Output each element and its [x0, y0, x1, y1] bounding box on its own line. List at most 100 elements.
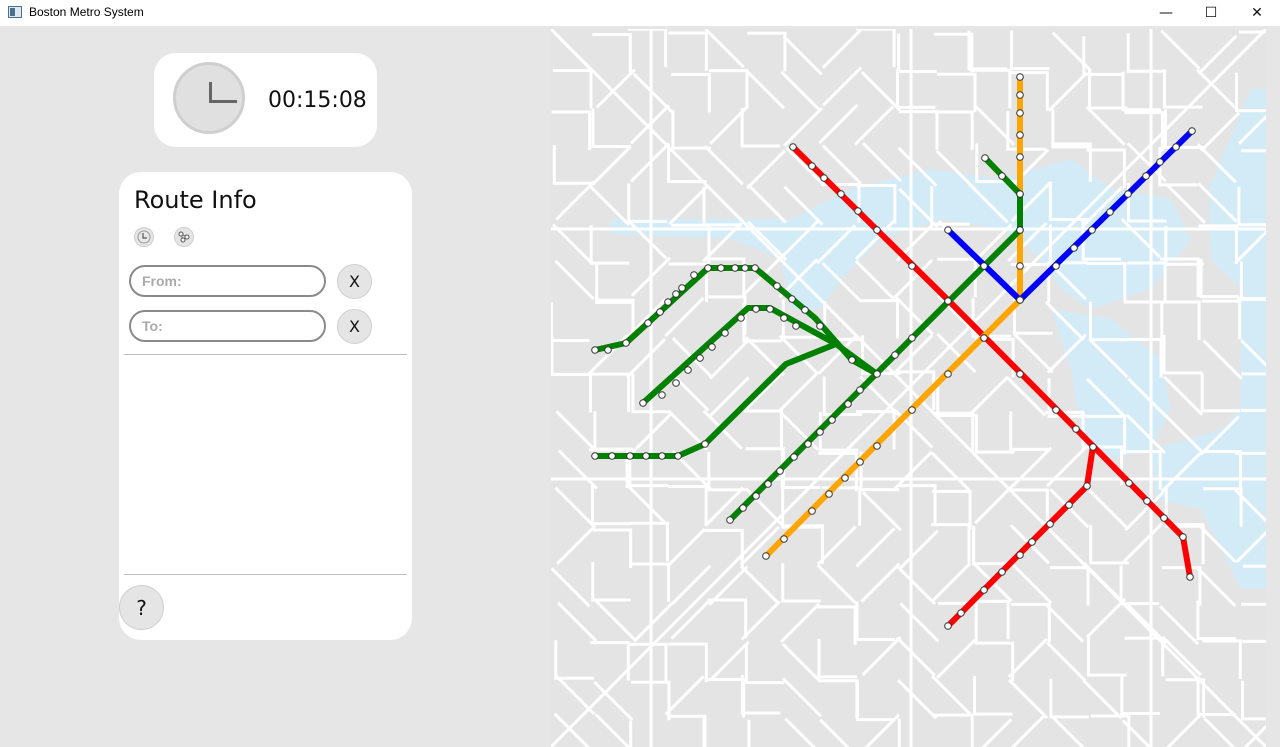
station-marker[interactable] — [804, 440, 812, 448]
station-marker[interactable] — [658, 452, 666, 460]
close-button[interactable]: ✕ — [1234, 0, 1280, 26]
station-marker[interactable] — [837, 190, 845, 198]
station-marker[interactable] — [639, 399, 647, 407]
station-marker[interactable] — [1072, 425, 1080, 433]
clear-to-button[interactable]: X — [337, 309, 372, 344]
station-marker[interactable] — [1125, 479, 1133, 487]
station-marker[interactable] — [873, 442, 881, 450]
station-marker[interactable] — [1016, 262, 1024, 270]
station-marker[interactable] — [1052, 406, 1060, 414]
station-marker[interactable] — [752, 305, 760, 313]
station-marker[interactable] — [801, 306, 809, 314]
station-marker[interactable] — [776, 467, 784, 475]
station-marker[interactable] — [1016, 153, 1024, 161]
station-marker[interactable] — [1016, 109, 1024, 117]
station-marker[interactable] — [816, 428, 824, 436]
time-mode-button[interactable] — [134, 227, 154, 247]
station-marker[interactable] — [808, 162, 816, 170]
station-marker[interactable] — [944, 370, 952, 378]
station-marker[interactable] — [980, 262, 988, 270]
station-marker[interactable] — [825, 490, 833, 498]
network-mode-button[interactable] — [174, 227, 194, 247]
station-marker[interactable] — [644, 319, 652, 327]
station-marker[interactable] — [891, 351, 899, 359]
station-marker[interactable] — [762, 552, 770, 560]
station-marker[interactable] — [1046, 520, 1054, 528]
minimize-button[interactable]: — — [1143, 0, 1189, 26]
from-field[interactable] — [129, 265, 326, 297]
to-field[interactable] — [129, 310, 326, 342]
station-marker[interactable] — [844, 400, 852, 408]
station-marker[interactable] — [1028, 538, 1036, 546]
station-marker[interactable] — [789, 143, 797, 151]
station-marker[interactable] — [908, 406, 916, 414]
station-marker[interactable] — [701, 440, 709, 448]
station-marker[interactable] — [604, 346, 612, 354]
station-marker[interactable] — [998, 172, 1006, 180]
station-marker[interactable] — [808, 507, 816, 515]
station-marker[interactable] — [664, 298, 672, 306]
station-marker[interactable] — [788, 295, 796, 303]
station-marker[interactable] — [854, 207, 862, 215]
station-marker[interactable] — [1070, 244, 1078, 252]
map-canvas[interactable] — [551, 29, 1266, 747]
station-marker[interactable] — [752, 492, 760, 500]
station-marker[interactable] — [741, 264, 749, 272]
station-marker[interactable] — [764, 480, 772, 488]
station-marker[interactable] — [737, 314, 745, 322]
station-marker[interactable] — [708, 343, 716, 351]
station-marker[interactable] — [1016, 91, 1024, 99]
station-marker[interactable] — [684, 366, 692, 374]
station-marker[interactable] — [739, 504, 747, 512]
station-marker[interactable] — [780, 314, 788, 322]
station-marker[interactable] — [1188, 127, 1196, 135]
station-marker[interactable] — [944, 297, 952, 305]
station-marker[interactable] — [1124, 190, 1132, 198]
station-marker[interactable] — [1016, 551, 1024, 559]
maximize-button[interactable]: ☐ — [1188, 0, 1234, 26]
station-marker[interactable] — [696, 354, 704, 362]
station-marker[interactable] — [1088, 226, 1096, 234]
station-marker[interactable] — [998, 568, 1006, 576]
station-marker[interactable] — [773, 282, 781, 290]
station-marker[interactable] — [908, 262, 916, 270]
station-marker[interactable] — [717, 264, 725, 272]
clear-from-button[interactable]: X — [337, 264, 372, 299]
station-marker[interactable] — [622, 339, 630, 347]
station-marker[interactable] — [873, 226, 881, 234]
station-marker[interactable] — [690, 271, 698, 279]
station-marker[interactable] — [751, 264, 759, 272]
station-marker[interactable] — [1106, 208, 1114, 216]
station-marker[interactable] — [980, 334, 988, 342]
station-marker[interactable] — [1089, 443, 1097, 451]
station-marker[interactable] — [908, 334, 916, 342]
station-marker[interactable] — [642, 452, 650, 460]
station-marker[interactable] — [1156, 158, 1164, 166]
station-marker[interactable] — [1172, 143, 1180, 151]
metro-map[interactable] — [551, 29, 1266, 747]
station-marker[interactable] — [790, 453, 798, 461]
station-marker[interactable] — [656, 308, 664, 316]
station-marker[interactable] — [1016, 73, 1024, 81]
station-marker[interactable] — [1016, 226, 1024, 234]
station-marker[interactable] — [873, 370, 881, 378]
station-marker[interactable] — [1179, 533, 1187, 541]
station-marker[interactable] — [678, 284, 686, 292]
station-marker[interactable] — [726, 516, 734, 524]
station-marker[interactable] — [626, 452, 634, 460]
station-marker[interactable] — [1016, 296, 1024, 304]
station-marker[interactable] — [1083, 482, 1091, 490]
station-marker[interactable] — [981, 154, 989, 162]
station-marker[interactable] — [828, 416, 836, 424]
station-marker[interactable] — [816, 322, 824, 330]
station-marker[interactable] — [1016, 190, 1024, 198]
help-button[interactable]: ? — [119, 585, 164, 630]
station-marker[interactable] — [608, 452, 616, 460]
station-marker[interactable] — [1052, 262, 1060, 270]
station-marker[interactable] — [672, 379, 680, 387]
station-marker[interactable] — [820, 174, 828, 182]
station-marker[interactable] — [674, 452, 682, 460]
station-marker[interactable] — [1143, 497, 1151, 505]
station-marker[interactable] — [658, 391, 666, 399]
station-marker[interactable] — [672, 290, 680, 298]
